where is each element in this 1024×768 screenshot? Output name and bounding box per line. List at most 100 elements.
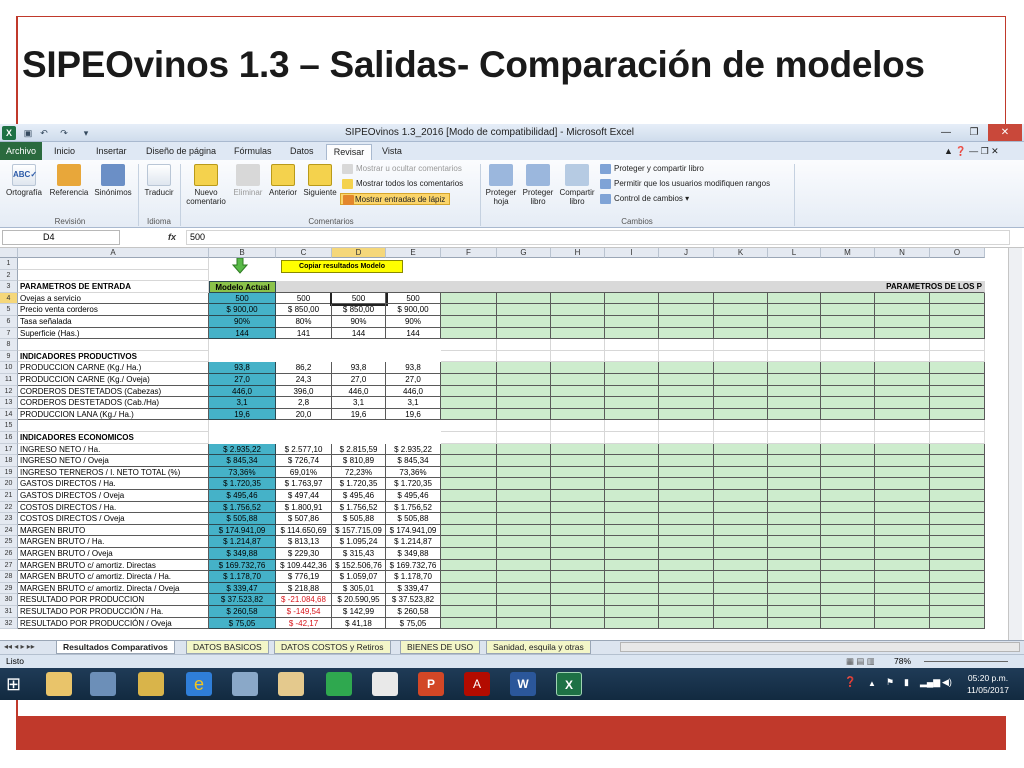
data-cell[interactable]: $ 495,46 — [386, 490, 441, 502]
grid-cell[interactable] — [551, 524, 605, 537]
grid-cell[interactable] — [821, 455, 875, 467]
compartir-libro-button[interactable]: Compartir libro — [558, 164, 596, 206]
grid-cell[interactable] — [930, 501, 985, 514]
data-cell[interactable]: $ 114.650,69 — [276, 524, 332, 537]
data-cell[interactable]: $ 142,99 — [332, 606, 386, 618]
grid-cell[interactable] — [441, 374, 497, 386]
grid-cell[interactable] — [930, 397, 985, 409]
grid-cell[interactable] — [605, 524, 659, 537]
grid-cell[interactable] — [821, 350, 875, 363]
grid-cell[interactable] — [714, 339, 768, 351]
grid-cell[interactable] — [768, 316, 821, 328]
grid-cell[interactable] — [605, 582, 659, 595]
data-cell[interactable]: 90% — [209, 316, 276, 328]
grid-cell[interactable] — [875, 350, 930, 363]
grid-cell[interactable] — [714, 524, 768, 537]
grid-cell[interactable] — [497, 594, 551, 606]
grid-cell[interactable] — [659, 466, 714, 479]
grid-cell[interactable] — [821, 524, 875, 537]
grid-cell[interactable] — [768, 617, 821, 630]
grid-cell[interactable] — [497, 432, 551, 444]
grid-cell[interactable] — [821, 466, 875, 479]
grid-cell[interactable] — [441, 594, 497, 606]
grid-cell[interactable] — [551, 594, 605, 606]
row-header[interactable]: 1 — [0, 258, 18, 270]
data-cell[interactable]: $ 813,13 — [276, 536, 332, 548]
grid-cell[interactable] — [497, 339, 551, 351]
row-header[interactable]: 25 — [0, 536, 18, 548]
data-cell[interactable]: $ 218,88 — [276, 582, 332, 595]
column-header[interactable]: B — [209, 248, 276, 258]
grid-cell[interactable] — [659, 571, 714, 583]
grid-cell[interactable] — [659, 397, 714, 409]
row-header[interactable]: 15 — [0, 420, 18, 432]
data-cell[interactable]: $ -149,54 — [276, 606, 332, 618]
grid-cell[interactable] — [768, 408, 821, 421]
row-header[interactable]: 6 — [0, 316, 18, 328]
grid-cell[interactable] — [551, 617, 605, 630]
siguiente-button[interactable]: Siguiente — [302, 164, 338, 197]
grid-cell[interactable] — [497, 548, 551, 560]
traducir-button[interactable]: Traducir — [142, 164, 176, 197]
data-cell[interactable]: $ 497,44 — [276, 490, 332, 502]
zoom-level[interactable]: 78% — [894, 655, 911, 668]
grid-cell[interactable] — [497, 559, 551, 572]
grid-cell[interactable] — [821, 420, 875, 432]
grid-cell[interactable] — [441, 478, 497, 490]
data-cell[interactable]: 93,8 — [386, 362, 441, 374]
data-cell[interactable]: 2,8 — [276, 397, 332, 409]
internet-explorer-icon[interactable]: e — [186, 672, 212, 696]
grid-cell[interactable] — [605, 327, 659, 340]
grid-cell[interactable] — [714, 559, 768, 572]
grid-cell[interactable] — [659, 606, 714, 618]
grid-cell[interactable] — [768, 571, 821, 583]
column-header[interactable]: H — [551, 248, 605, 258]
row-header[interactable]: 8 — [0, 339, 18, 351]
mostrar-lapiz-button[interactable]: Mostrar entradas de lápiz — [340, 193, 451, 205]
grid-cell[interactable] — [659, 548, 714, 560]
data-cell[interactable]: $ 1.178,70 — [386, 571, 441, 583]
data-cell[interactable]: $ 1.214,87 — [209, 536, 276, 548]
grid-cell[interactable] — [605, 490, 659, 502]
grid-cell[interactable] — [714, 327, 768, 340]
grid-cell[interactable] — [551, 443, 605, 456]
row-header[interactable]: 4 — [0, 292, 18, 305]
grid-cell[interactable] — [821, 513, 875, 525]
grid-cell[interactable] — [930, 408, 985, 421]
column-header[interactable]: O — [930, 248, 985, 258]
grid-cell[interactable] — [821, 536, 875, 548]
grid-cell[interactable] — [441, 443, 497, 456]
grid-cell[interactable] — [497, 385, 551, 398]
ortografia-button[interactable]: ABC✓ Ortografía — [4, 164, 44, 197]
data-cell[interactable]: $ 1.756,52 — [332, 501, 386, 514]
grid-cell[interactable] — [768, 455, 821, 467]
data-cell[interactable]: $ 507,86 — [276, 513, 332, 525]
grid-cell[interactable] — [659, 385, 714, 398]
grid-cell[interactable] — [497, 397, 551, 409]
grid-cell[interactable] — [441, 582, 497, 595]
row-header[interactable]: 24 — [0, 524, 18, 537]
data-cell[interactable]: 396,0 — [276, 385, 332, 398]
grid-cell[interactable] — [605, 397, 659, 409]
grid-cell[interactable] — [875, 478, 930, 490]
data-cell[interactable]: $ 845,34 — [209, 455, 276, 467]
grid-cell[interactable] — [714, 490, 768, 502]
grid-cell[interactable] — [605, 559, 659, 572]
row-header[interactable]: 11 — [0, 374, 18, 386]
row-header[interactable]: 7 — [0, 327, 18, 340]
tab-archivo[interactable]: Archivo — [0, 142, 42, 160]
grid-cell[interactable] — [551, 316, 605, 328]
grid-cell[interactable] — [551, 420, 605, 432]
grid-cell[interactable] — [875, 617, 930, 630]
grid-cell[interactable] — [714, 443, 768, 456]
tray-arrow-icon[interactable]: ▲ — [868, 679, 876, 688]
data-cell[interactable]: 446,0 — [332, 385, 386, 398]
data-cell[interactable]: $ 850,00 — [332, 304, 386, 316]
row-header[interactable]: 31 — [0, 606, 18, 618]
data-cell[interactable]: $ 75,05 — [386, 617, 441, 630]
grid-cell[interactable] — [768, 524, 821, 537]
data-cell[interactable]: $ 505,88 — [209, 513, 276, 525]
grid-cell[interactable] — [930, 350, 985, 363]
row-header[interactable]: 30 — [0, 594, 18, 606]
data-cell[interactable]: $ 1.720,35 — [332, 478, 386, 490]
